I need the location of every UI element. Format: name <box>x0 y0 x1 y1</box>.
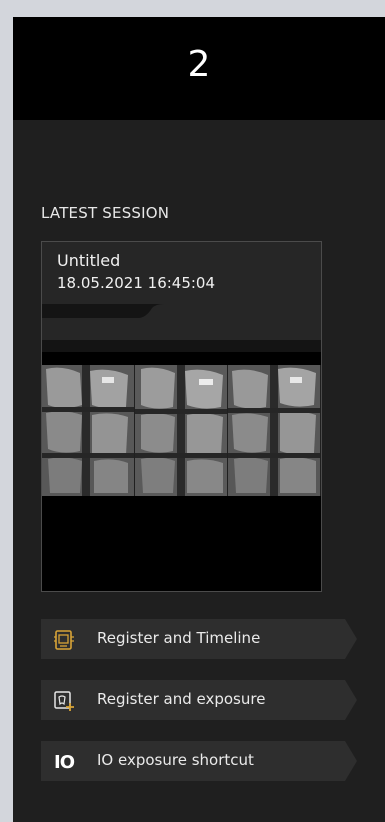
session-datetime: 18.05.2021 16:45:04 <box>57 274 216 292</box>
register-exposure-icon <box>53 690 75 712</box>
xray-image-3 <box>228 365 321 496</box>
register-and-exposure-label: Register and exposure <box>97 690 266 708</box>
action-list: Register and Timeline Register and expos… <box>41 619 357 802</box>
step-number: 2 <box>187 44 211 85</box>
register-and-exposure-button[interactable]: Register and exposure <box>41 680 357 720</box>
io-exposure-icon: IO <box>53 751 75 773</box>
latest-session-card[interactable]: Untitled 18.05.2021 16:45:04 <box>41 241 322 592</box>
side-panel: 2 LATEST SESSION Untitled 18.05.2021 16:… <box>13 17 385 822</box>
io-exposure-shortcut-button[interactable]: IO IO exposure shortcut <box>41 741 357 781</box>
latest-session-title: LATEST SESSION <box>41 204 170 222</box>
xray-thumbnail-strip <box>42 365 321 496</box>
register-and-timeline-button[interactable]: Register and Timeline <box>41 619 357 659</box>
session-tab-shape <box>42 304 321 352</box>
panel-header: 2 <box>13 17 385 120</box>
io-exposure-shortcut-label: IO exposure shortcut <box>97 751 254 769</box>
xray-image-2 <box>135 365 228 496</box>
session-name: Untitled <box>57 251 121 270</box>
register-timeline-icon <box>53 629 75 651</box>
register-and-timeline-label: Register and Timeline <box>97 629 261 647</box>
io-icon-text: IO <box>54 751 75 773</box>
session-meta: Untitled 18.05.2021 16:45:04 <box>42 242 321 305</box>
xray-image-1 <box>42 365 135 496</box>
